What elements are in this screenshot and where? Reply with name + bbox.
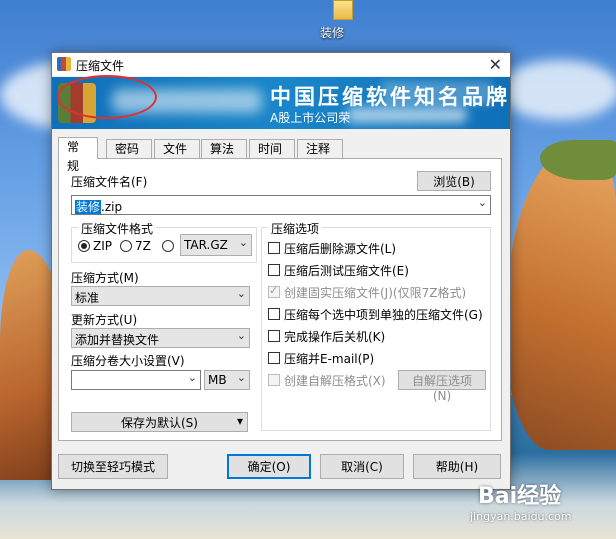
split-unit-value: MB [208,373,227,387]
option-sfx-checkbox [268,374,280,386]
option-test-archive-label[interactable]: 压缩后测试压缩文件(E) [284,262,409,279]
split-size-input[interactable]: ⌄ [71,370,201,390]
cancel-button[interactable]: 取消(C) [320,454,404,479]
option-separate-archives-checkbox[interactable] [268,308,280,320]
option-delete-source-label[interactable]: 压缩后删除源文件(L) [284,240,396,257]
help-button[interactable]: 帮助(H) [413,454,501,479]
option-solid-archive-label: 创建固实压缩文件(J)(仅限7Z格式) [284,286,467,300]
chevron-down-icon[interactable]: ⌄ [188,371,197,384]
simple-mode-button[interactable]: 切换至轻巧模式 [58,454,168,479]
update-select[interactable]: 添加并替换文件 ⌄ [71,328,250,348]
save-default-button[interactable]: 保存为默认(S) ▾ [71,412,248,432]
tab-files[interactable]: 文件 [154,139,200,158]
desktop-folder-icon[interactable]: 装修 [320,0,366,40]
browse-button[interactable]: 浏览(B) [417,171,491,191]
method-select[interactable]: 标准 ⌄ [71,286,250,306]
split-label: 压缩分卷大小设置(V) [71,354,185,368]
banner-blurred-text [347,107,467,123]
options-group-title: 压缩选项 [268,220,323,237]
format-other-value: TAR.GZ [184,238,228,252]
banner-blurred-text [112,89,262,113]
split-unit-select[interactable]: MB ⌄ [204,370,250,390]
tab-algorithm[interactable]: 算法 [201,139,247,158]
chevron-down-icon: ⌄ [238,236,248,249]
method-label: 压缩方式(M) [71,271,139,285]
option-email-checkbox[interactable] [268,352,280,364]
format-7z-radio[interactable] [120,240,132,252]
chevron-down-icon[interactable]: ▾ [237,414,243,428]
desktop-rock [505,150,616,450]
option-separate-archives-label[interactable]: 压缩每个选中项到单独的压缩文件(G) [284,306,483,323]
option-email-label[interactable]: 压缩并E-mail(P) [284,350,374,367]
option-shutdown-label[interactable]: 完成操作后关机(K) [284,328,385,345]
sfx-options-button: 自解压选项(N) [398,370,486,403]
close-icon[interactable]: ✕ [489,55,502,74]
watermark-url: jingyan.baidu.com [470,510,572,523]
format-zip-radio[interactable] [78,240,90,252]
method-value: 标准 [75,291,100,305]
tab-password[interactable]: 密码 [106,139,152,158]
option-test-archive-checkbox[interactable] [268,264,280,276]
format-other-radio[interactable] [162,240,174,252]
option-delete-source-checkbox[interactable] [268,242,280,254]
title-bar[interactable]: 压缩文件 ✕ [52,53,510,76]
save-default-label: 保存为默认(S) [121,416,198,430]
desktop-icon-label: 装修 [320,26,345,40]
update-value: 添加并替换文件 [75,333,160,347]
window-title: 压缩文件 [76,59,125,73]
format-group-title: 压缩文件格式 [78,220,157,237]
desktop-cloud [500,60,616,120]
update-label: 更新方式(U) [71,313,138,327]
option-solid-archive-checkbox [268,284,280,298]
winrar-logo-icon [58,83,96,123]
format-zip-label[interactable]: ZIP [93,239,112,253]
options-group: 压缩选项 压缩后删除源文件(L) 压缩后测试压缩文件(E) 创建固实压缩文件(J… [261,220,491,431]
chevron-down-icon: ⌄ [236,287,246,300]
archive-name-input[interactable]: 装修.zip ⌄ [71,195,491,215]
folder-icon [333,0,353,20]
format-other-select[interactable]: TAR.GZ ⌄ [180,234,252,256]
chevron-down-icon: ⌄ [236,371,246,384]
watermark-brand: Bai经验 [478,484,562,509]
ok-button[interactable]: 确定(O) [227,454,311,479]
format-group: 压缩文件格式 ZIP 7Z TAR.GZ ⌄ [71,220,257,263]
general-panel: 压缩文件名(F) 浏览(B) 装修.zip ⌄ 压缩文件格式 ZIP 7Z TA… [58,158,502,441]
banner-subtitle: A股上市公司荣 [270,111,351,125]
tab-time[interactable]: 时间 [249,139,295,158]
format-7z-label[interactable]: 7Z [135,239,151,253]
chevron-down-icon[interactable]: ⌄ [478,196,487,209]
banner-blurred-overlay [382,81,492,105]
ad-banner[interactable]: 中国压缩软件知名品牌 A股上市公司荣 [52,77,510,129]
archive-name-label: 压缩文件名(F) [71,175,148,189]
archive-name-ext-text: .zip [101,200,123,214]
chevron-down-icon: ⌄ [236,329,246,342]
option-shutdown-checkbox[interactable] [268,330,280,342]
tab-comment[interactable]: 注释 [297,139,343,158]
compress-dialog: 压缩文件 ✕ 中国压缩软件知名品牌 A股上市公司荣 常规 密码 文件 算法 时间… [51,52,511,490]
option-sfx-label: 创建自解压格式(X) [284,374,386,388]
tab-general[interactable]: 常规 [58,137,98,173]
archive-name-selected-text: 装修 [75,200,102,214]
winrar-icon [57,57,71,71]
